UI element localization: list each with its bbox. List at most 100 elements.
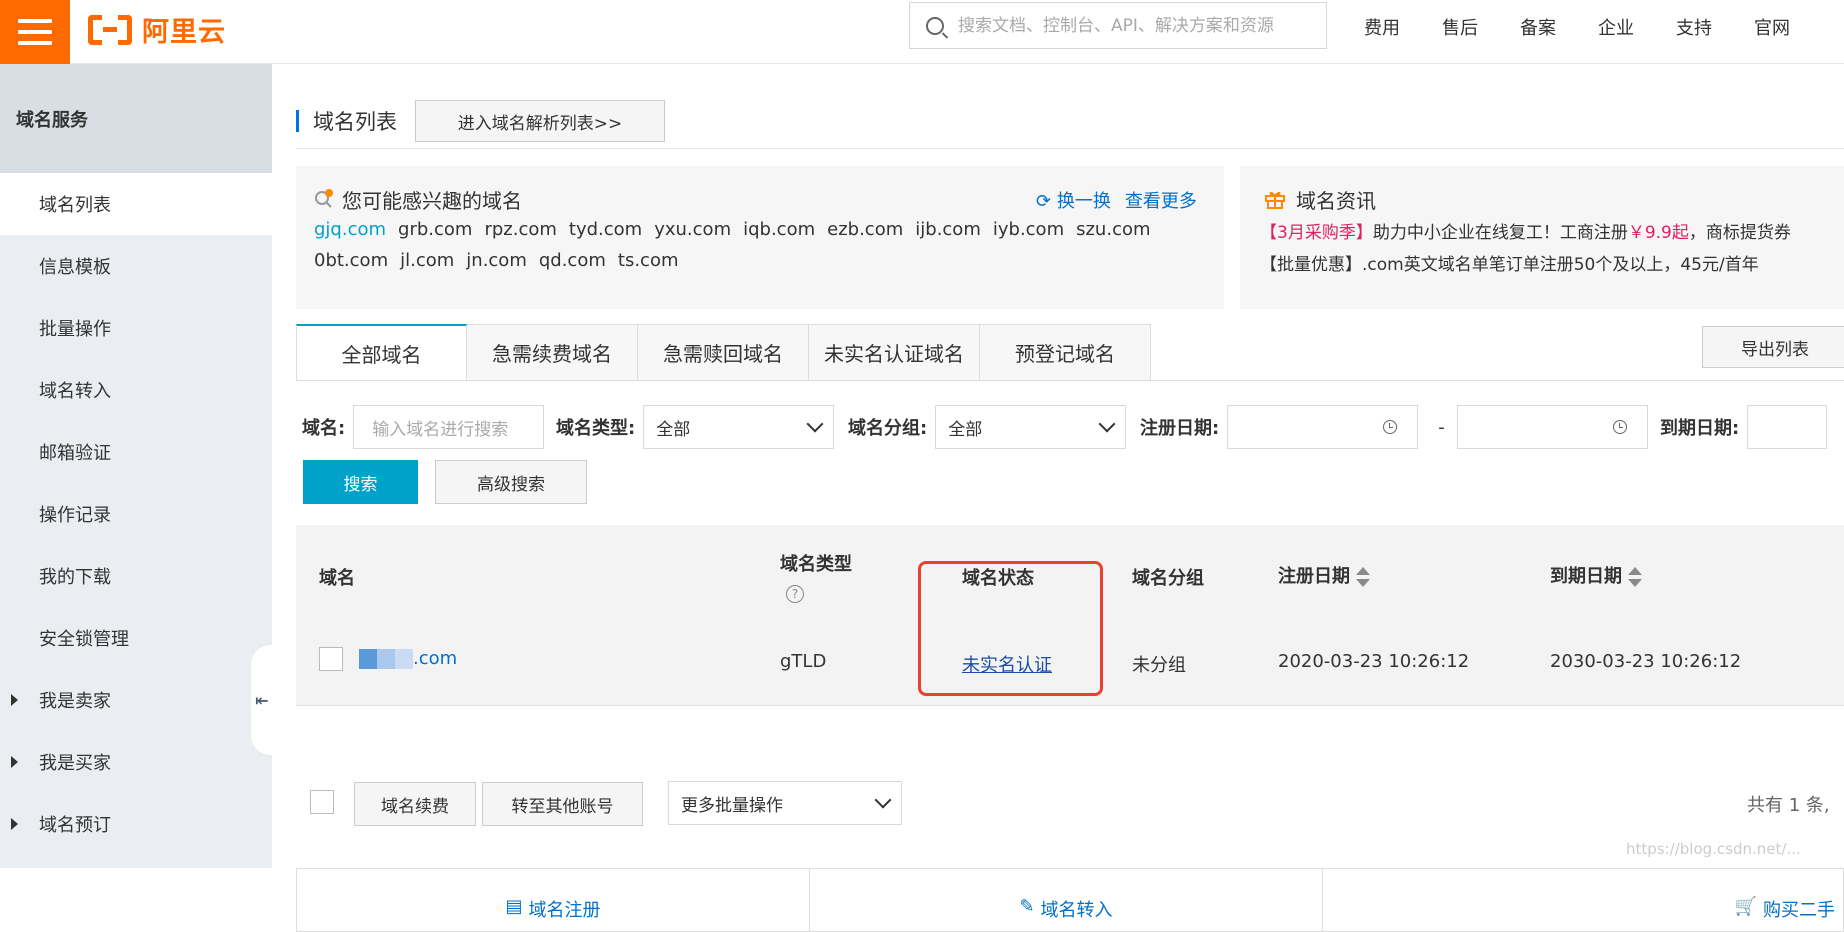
sidebar-item-batch-ops[interactable]: 批量操作 [0,297,272,359]
select-all-checkbox[interactable] [310,790,334,814]
aliyun-logo[interactable]: 阿里云 [88,10,226,49]
help-icon[interactable]: ? [786,582,852,603]
news-tag: 【3月采购季】 [1260,223,1373,243]
nav-support[interactable]: 支持 [1676,14,1754,40]
sidebar-item-security-lock[interactable]: 安全锁管理 [0,607,272,669]
news-item[interactable]: 【3月采购季】助力中小企业在线复工！工商注册￥9.9起，商标提货券 [1260,217,1791,249]
sort-icon [1628,567,1642,587]
sidebar-item-downloads[interactable]: 我的下载 [0,545,272,607]
search-input[interactable] [958,15,1318,36]
nav-official-site[interactable]: 官网 [1754,14,1832,40]
date-range-dash: - [1438,416,1445,438]
action-transfer-label: 域名转入 [1040,900,1113,921]
question-mark-icon: ? [786,585,804,603]
suggest-domain[interactable]: qd.com [539,245,606,276]
suggest-domain-list: gjq.com grb.com rpz.com tyd.com yxu.com iqb.c… [314,214,1194,276]
tab-all-domains[interactable]: 全部域名 [296,324,467,381]
tab-unverified[interactable]: 未实名认证域名 [809,324,980,381]
refresh-label: 换一换 [1056,191,1111,212]
exp-date-start[interactable] [1747,405,1828,449]
logo-text: 阿里云 [142,17,226,48]
search-button[interactable]: 搜索 [303,460,418,504]
filter-domain: 域名: 输入域名进行搜索 [302,405,545,449]
suggest-domain[interactable]: jl.com [400,245,454,276]
register-icon: ▤ [505,896,523,917]
col-reg-date[interactable]: 注册日期 [1278,562,1370,588]
row-group: 未分组 [1132,655,1186,676]
news-item[interactable]: 【批量优惠】.com英文域名单笔订单注册50个及以上，45元/首年 [1260,249,1791,281]
search-suggest-icon [313,188,335,210]
row-domain[interactable]: .com [359,648,457,669]
export-list-button[interactable]: 导出列表 [1702,326,1844,368]
sidebar-collapse-icon[interactable]: ⇤ [251,645,273,755]
global-search[interactable] [909,2,1327,49]
suggest-domain[interactable]: 0bt.com [314,245,388,276]
reg-date-end[interactable] [1456,405,1648,449]
domain-search-input[interactable]: 输入域名进行搜索 [353,405,545,449]
row-domain-suffix: .com [413,648,458,669]
suggest-domain[interactable]: iyb.com [993,214,1064,245]
suggest-domain[interactable]: ijb.com [915,214,981,245]
suggest-domain[interactable]: rpz.com [484,214,556,245]
reg-date-start[interactable] [1227,405,1419,449]
nav-fees[interactable]: 费用 [1364,14,1442,40]
suggest-domain[interactable]: tyd.com [569,214,642,245]
suggest-domain[interactable]: yxu.com [654,214,731,245]
domain-tabs: 全部域名 急需续费域名 急需赎回域名 未实名认证域名 预登记域名 [296,324,1151,381]
dns-list-button[interactable]: 进入域名解析列表>> [415,100,665,142]
type-select[interactable]: 全部 [643,405,835,449]
col-domain: 域名 [319,568,355,589]
tab-renew-urgent[interactable]: 急需续费域名 [467,324,638,381]
chevron-down-icon [874,791,892,809]
hamburger-menu-icon[interactable] [0,0,70,64]
sidebar-item-buyer[interactable]: 我是买家 [0,731,272,793]
nav-enterprise[interactable]: 企业 [1598,14,1676,40]
action-buy-used[interactable]: 🛒 购买二手 [1323,869,1843,931]
nav-after-sales[interactable]: 售后 [1442,14,1520,40]
top-bar: 阿里云 费用 售后 备案 企业 支持 官网 [0,0,1844,64]
batch-transfer-button[interactable]: 转至其他账号 [482,782,643,826]
type-select-value: 全部 [656,419,691,440]
redacted-block [359,649,377,669]
sidebar-item-transfer-in[interactable]: 域名转入 [0,359,272,421]
tab-preregistered[interactable]: 预登记域名 [980,324,1151,381]
suggest-domain[interactable]: grb.com [398,214,472,245]
col-exp-date-label: 到期日期 [1550,566,1622,587]
row-checkbox[interactable] [319,647,343,671]
more-link[interactable]: 查看更多 [1125,187,1197,213]
sidebar-item-label: 域名列表 [39,195,111,216]
tab-redeem-urgent[interactable]: 急需赎回域名 [638,324,809,381]
suggest-domain[interactable]: iqb.com [743,214,815,245]
title-accent-bar [296,110,299,132]
sidebar-item-email-verify[interactable]: 邮箱验证 [0,421,272,483]
suggest-domain[interactable]: ezb.com [827,214,903,245]
sidebar-item-seller[interactable]: 我是卖家 [0,669,272,731]
action-transfer-in[interactable]: ✎ 域名转入 [810,869,1323,931]
suggest-domain[interactable]: jn.com [466,245,527,276]
col-exp-date[interactable]: 到期日期 [1550,562,1642,588]
nav-filing[interactable]: 备案 [1520,14,1598,40]
group-filter-label: 域名分组: [848,418,928,439]
action-register[interactable]: ▤ 域名注册 [297,869,810,931]
suggest-domain[interactable]: gjq.com [314,214,386,245]
exp-date-label: 到期日期: [1660,418,1740,439]
sidebar-item-info-template[interactable]: 信息模板 [0,235,272,297]
refresh-link[interactable]: ⟳ 换一换 [1036,187,1111,213]
suggest-domain[interactable]: szu.com [1076,214,1150,245]
advanced-search-button[interactable]: 高级搜索 [435,460,587,504]
group-select[interactable]: 全部 [935,405,1127,449]
edit-icon: ✎ [1019,896,1035,917]
col-type-label: 域名类型 [780,554,852,575]
sidebar-item-op-log[interactable]: 操作记录 [0,483,272,545]
type-filter-label: 域名类型: [556,418,636,439]
more-batch-select[interactable]: 更多批量操作 [668,781,902,825]
sidebar-item-reservation[interactable]: 域名预订 [0,793,272,855]
batch-renew-button[interactable]: 域名续费 [354,782,476,826]
sidebar-item-domain-list[interactable]: 域名列表 [0,173,272,235]
sidebar-item-label: 操作记录 [39,505,111,526]
sidebar-item-label: 我是买家 [39,753,111,774]
refresh-icon: ⟳ [1036,191,1052,212]
suggest-domain[interactable]: ts.com [618,245,679,276]
quick-actions: ▤ 域名注册 ✎ 域名转入 🛒 购买二手 [296,868,1844,932]
domain-filter-label: 域名: [302,418,346,439]
